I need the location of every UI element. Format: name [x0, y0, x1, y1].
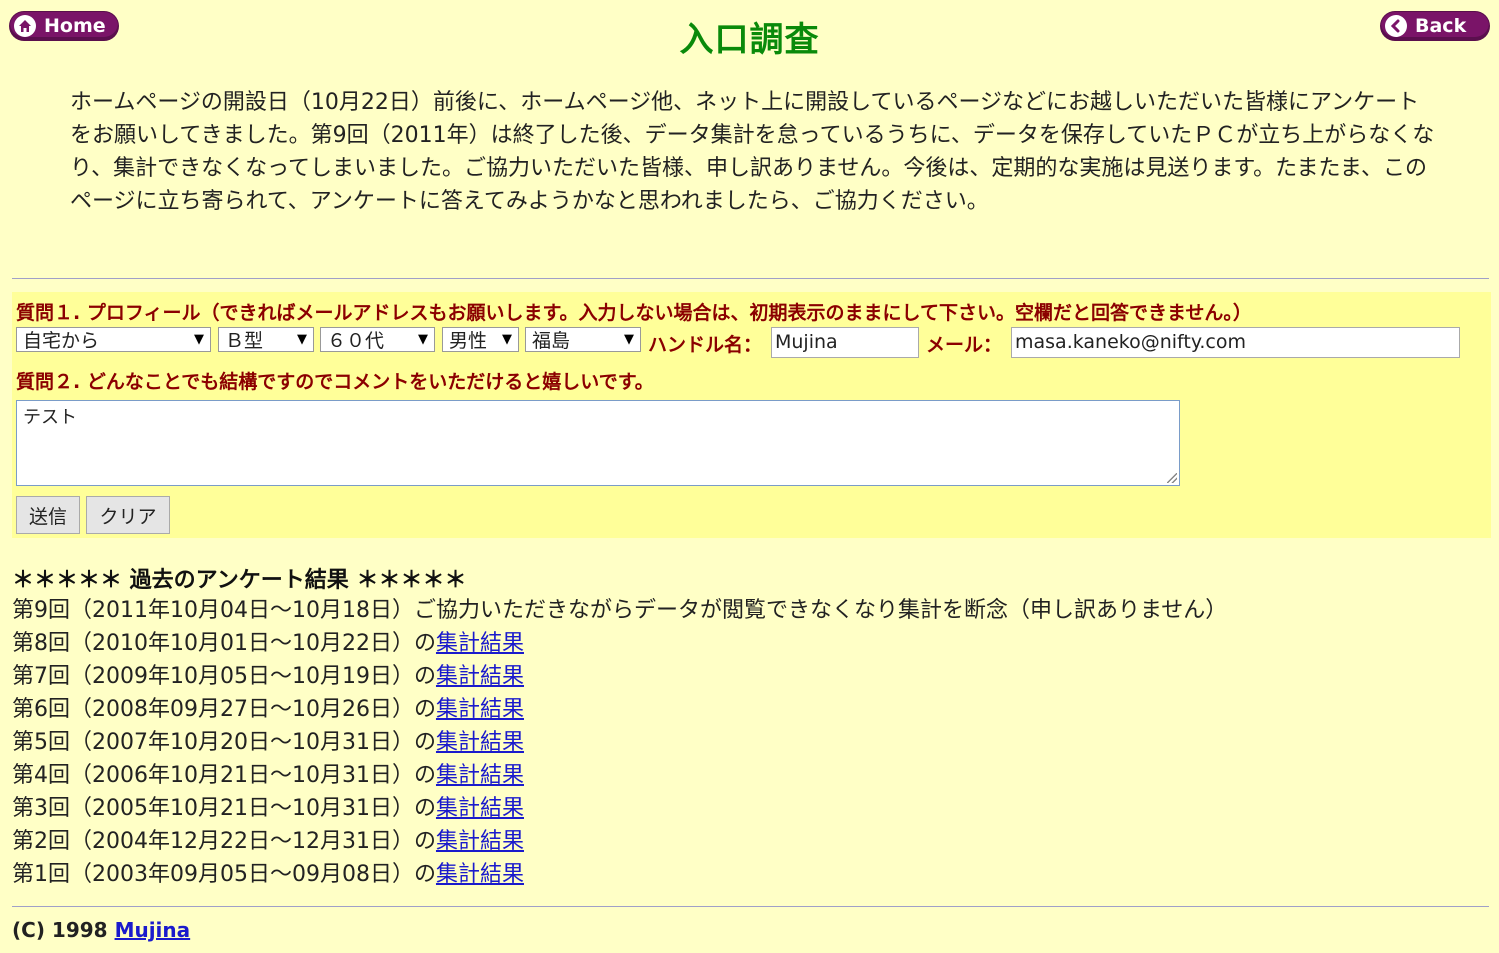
gender-select-value: 男性: [449, 330, 488, 352]
access-select[interactable]: 自宅から ▼: [16, 327, 211, 352]
dropdown-arrow-icon: ▼: [624, 332, 634, 347]
intro-text: ホームページの開設日（10月22日）前後に、ホームページ他、ネット上に開設してい…: [70, 90, 1435, 214]
dropdown-arrow-icon: ▼: [502, 332, 512, 347]
results-link[interactable]: 集計結果: [436, 697, 524, 722]
round-9-text: 第9回（2011年10月04日～10月18日）ご協力いただきながらデータが閲覧で…: [12, 598, 1228, 623]
list-item: 第8回（2010年10月01日～10月22日）の集計結果: [12, 627, 1227, 660]
results-link[interactable]: 集計結果: [436, 829, 524, 854]
clear-button[interactable]: クリア: [86, 496, 170, 534]
results-link[interactable]: 集計結果: [436, 763, 524, 788]
round-text: 第4回（2006年10月21日～10月31日）の: [12, 763, 436, 788]
list-item: 第4回（2006年10月21日～10月31日）の集計結果: [12, 759, 1227, 792]
question-2-label: 質問２. どんなことでも結構ですのでコメントをいただけると嬉しいです。: [16, 371, 654, 393]
list-item: 第9回（2011年10月04日～10月18日）ご協力いただきながらデータが閲覧で…: [12, 594, 1227, 627]
footer-divider: [12, 906, 1489, 907]
list-item: 第3回（2005年10月21日～10月31日）の集計結果: [12, 792, 1227, 825]
list-item: 第1回（2003年09月05日～09月08日）の集計結果: [12, 858, 1227, 891]
round-text: 第6回（2008年09月27日～10月26日）の: [12, 697, 436, 722]
comment-textarea[interactable]: テスト: [16, 400, 1180, 486]
page-title: 入口調査: [679, 20, 820, 60]
results-link[interactable]: 集計結果: [436, 631, 524, 656]
handle-input[interactable]: Mujina: [771, 327, 919, 358]
comment-value: テスト: [23, 407, 77, 428]
age-select[interactable]: ６０代 ▼: [320, 327, 435, 352]
past-results-list: 第9回（2011年10月04日～10月18日）ご協力いただきながらデータが閲覧で…: [12, 594, 1227, 891]
round-text: 第5回（2007年10月20日～10月31日）の: [12, 730, 436, 755]
round-text: 第1回（2003年09月05日～09月08日）の: [12, 862, 436, 887]
results-link[interactable]: 集計結果: [436, 664, 524, 689]
list-item: 第5回（2007年10月20日～10月31日）の集計結果: [12, 726, 1227, 759]
back-arrow-icon: [1385, 15, 1407, 37]
dropdown-arrow-icon: ▼: [297, 332, 307, 347]
region-select[interactable]: 福島 ▼: [525, 327, 641, 352]
question-1-label: 質問１. プロフィール（できればメールアドレスもお願いします。入力しない場合は、…: [16, 302, 1252, 324]
round-text: 第7回（2009年10月05日～10月19日）の: [12, 664, 436, 689]
survey-form: 質問１. プロフィール（できればメールアドレスもお願いします。入力しない場合は、…: [12, 292, 1491, 538]
resize-grip-icon[interactable]: [1167, 473, 1177, 483]
submit-button[interactable]: 送信: [16, 496, 80, 534]
region-select-value: 福島: [532, 330, 571, 352]
results-link[interactable]: 集計結果: [436, 796, 524, 821]
gender-select[interactable]: 男性 ▼: [442, 327, 519, 352]
footer: (C) 1998 Mujina: [12, 918, 190, 942]
results-link[interactable]: 集計結果: [436, 862, 524, 887]
past-results-title: ＊＊＊＊＊ 過去のアンケート結果 ＊＊＊＊＊: [12, 568, 467, 593]
email-input[interactable]: masa.kaneko@nifty.com: [1011, 327, 1460, 358]
back-button[interactable]: Back: [1381, 12, 1489, 40]
back-label: Back: [1415, 15, 1467, 37]
list-item: 第6回（2008年09月27日～10月26日）の集計結果: [12, 693, 1227, 726]
round-text: 第8回（2010年10月01日～10月22日）の: [12, 631, 436, 656]
round-text: 第2回（2004年12月22日～12月31日）の: [12, 829, 436, 854]
handle-label: ハンドル名：: [648, 334, 763, 356]
access-select-value: 自宅から: [23, 330, 100, 352]
author-link[interactable]: Mujina: [115, 918, 191, 942]
email-label: メール：: [926, 334, 1003, 356]
blood-type-select-value: Ｂ型: [225, 330, 264, 352]
round-text: 第3回（2005年10月21日～10月31日）の: [12, 796, 436, 821]
dropdown-arrow-icon: ▼: [194, 332, 204, 347]
list-item: 第2回（2004年12月22日～12月31日）の集計結果: [12, 825, 1227, 858]
results-link[interactable]: 集計結果: [436, 730, 524, 755]
copyright-text: (C) 1998: [12, 918, 115, 942]
age-select-value: ６０代: [327, 330, 385, 352]
dropdown-arrow-icon: ▼: [418, 332, 428, 347]
blood-type-select[interactable]: Ｂ型 ▼: [218, 327, 314, 352]
list-item: 第7回（2009年10月05日～10月19日）の集計結果: [12, 660, 1227, 693]
divider: [12, 278, 1489, 279]
